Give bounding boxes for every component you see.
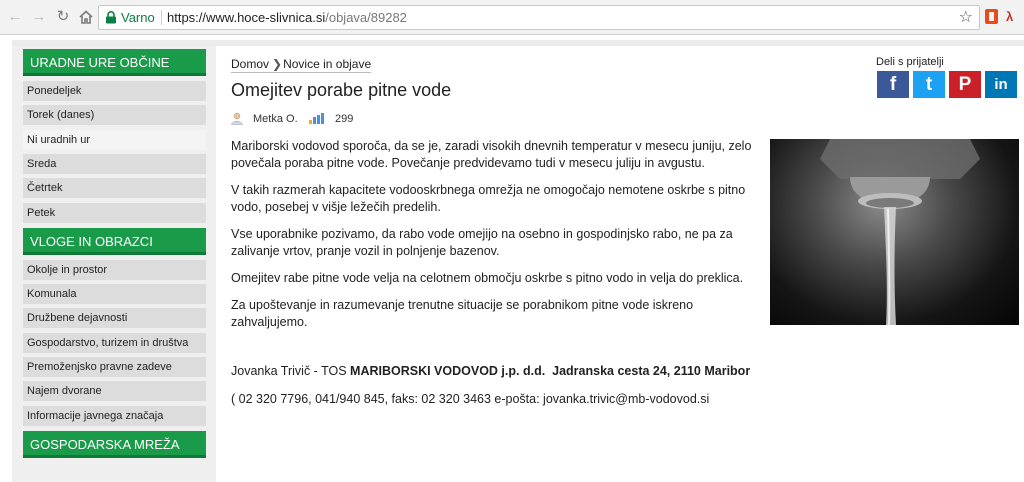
secure-label: Varno: [121, 10, 155, 25]
twitter-share-icon[interactable]: t: [913, 71, 945, 98]
signature-address: Jadranska cesta 24, 2110 Maribor: [552, 364, 751, 378]
office-extension-icon[interactable]: [985, 9, 998, 24]
article-image: [770, 139, 1019, 325]
chevron-right-icon: ❯: [272, 57, 283, 71]
article-paragraph: Vse uporabnike pozivamo, da rabo vode om…: [231, 227, 733, 258]
breadcrumb-news-link[interactable]: Novice in objave: [283, 57, 371, 71]
sidebar-item[interactable]: Četrtek: [23, 178, 206, 199]
url-text[interactable]: https://www.hoce-slivnica.si/objava/8928…: [167, 10, 407, 25]
sidebar-item[interactable]: Gospodarstvo, turizem in društva: [23, 332, 206, 353]
bookmark-star-icon[interactable]: ☆: [959, 7, 973, 27]
linkedin-share-icon[interactable]: in: [985, 71, 1017, 98]
breadcrumb-home-link[interactable]: Domov: [231, 57, 269, 71]
sidebar-item[interactable]: Sreda: [23, 153, 206, 174]
sidebar-item[interactable]: Premoženjsko pravne zadeve: [23, 357, 206, 377]
article-paragraph: Omejitev rabe pitne vode velja na celotn…: [231, 271, 744, 285]
sidebar-item[interactable]: Petek: [23, 202, 206, 223]
breadcrumb: Domov ❯Novice in objave: [231, 57, 372, 73]
article-body: Mariborski vodovod sporoča, da se je, za…: [231, 138, 766, 341]
facebook-share-icon[interactable]: f: [877, 71, 909, 98]
signature-name: Jovanka Trivič - TOS: [231, 364, 347, 378]
reload-icon[interactable]: ↻: [54, 8, 72, 26]
sidebar-item[interactable]: Ni uradnih ur: [23, 129, 206, 150]
views-chart-icon: [309, 113, 324, 124]
omnibox-divider: [161, 10, 162, 25]
url-path: /objava/89282: [325, 10, 407, 25]
sidebar-item[interactable]: Ponedeljek: [23, 81, 206, 101]
signature: Jovanka Trivič - TOS MARIBORSKI VODOVOD …: [231, 364, 750, 378]
view-count: 299: [335, 113, 354, 125]
sidebar: URADNE URE OBČINE Ponedeljek Torek (danes)…: [12, 46, 216, 482]
article-paragraph: Mariborski vodovod sporoča, da se je, za…: [231, 139, 752, 170]
sidebar-section-heading[interactable]: VLOGE IN OBRAZCI: [23, 227, 206, 255]
back-arrow-icon[interactable]: ←: [6, 8, 24, 26]
sidebar-item[interactable]: Informacije javnega značaja: [23, 405, 206, 426]
sidebar-item[interactable]: Družbene dejavnosti: [23, 308, 206, 329]
sidebar-item[interactable]: Najem dvorane: [23, 381, 206, 402]
url-host: https://www.hoce-slivnica.si: [167, 10, 326, 25]
forward-arrow-icon[interactable]: →: [30, 8, 48, 26]
sidebar-item[interactable]: Torek (danes): [23, 105, 206, 126]
sidebar-section-heading[interactable]: GOSPODARSKA MREŽA: [23, 430, 206, 458]
pdf-extension-icon[interactable]: λ: [1006, 9, 1013, 24]
sidebar-section-heading[interactable]: URADNE URE OBČINE: [23, 49, 206, 76]
sidebar-item[interactable]: Komunala: [23, 284, 206, 305]
browser-toolbar: ← → ↻ Varno https://www.hoce-slivnica.si…: [0, 0, 1024, 35]
pinterest-share-icon[interactable]: P: [949, 71, 981, 98]
article-paragraph: Za upoštevanje in razumevanje trenutne s…: [231, 298, 694, 329]
page-title: Omejitev porabe pitne vode: [231, 80, 452, 100]
signature-company: MARIBORSKI VODOVOD j.p. d.d.: [350, 364, 546, 378]
home-icon[interactable]: [77, 8, 95, 26]
author-name: Metka O.: [253, 113, 298, 125]
faucet-image: [820, 139, 980, 325]
sidebar-item[interactable]: Okolje in prostor: [23, 259, 206, 280]
author-icon: [231, 112, 243, 125]
contact-line: ( 02 320 7796, 041/940 845, faks: 02 320…: [231, 392, 710, 406]
lock-icon: [106, 11, 116, 24]
article-paragraph: V takih razmerah kapacitete vodooskrbneg…: [231, 183, 746, 214]
share-label: Deli s prijatelji: [876, 56, 944, 68]
address-bar[interactable]: Varno https://www.hoce-slivnica.si/objav…: [98, 5, 980, 30]
